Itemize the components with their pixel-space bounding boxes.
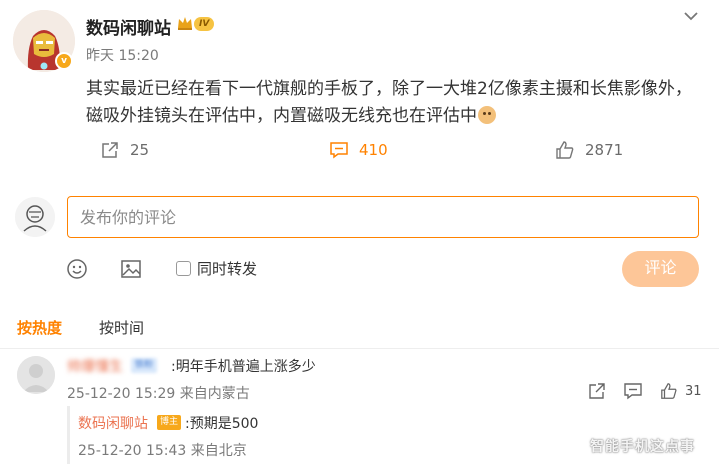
submit-comment-button[interactable]: 评论: [622, 251, 699, 287]
tab-sort-hot[interactable]: 按热度: [17, 317, 62, 338]
image-icon[interactable]: [120, 258, 142, 280]
reply-thread-line: [67, 406, 70, 464]
post-time[interactable]: 昨天 15:20: [86, 45, 159, 65]
also-repost-option[interactable]: 同时转发: [176, 258, 257, 278]
tab-sort-time[interactable]: 按时间: [99, 317, 144, 338]
comment-text: :明年手机普遍上涨多少: [171, 359, 316, 375]
blogger-badge: 博主: [157, 415, 182, 430]
like-button[interactable]: 2871: [555, 138, 623, 162]
like-count: 2871: [585, 141, 624, 159]
comment-like-count: 31: [685, 383, 702, 399]
level-badge[interactable]: IV: [194, 17, 215, 31]
doge-emoji-icon: [478, 106, 496, 124]
author-name[interactable]: 数码闲聊站: [86, 14, 171, 39]
reply-meta: 25-12-20 15:43 来自北京: [78, 443, 247, 459]
comment-icon: [330, 142, 348, 159]
comment-button[interactable]: 410: [329, 138, 388, 162]
verified-badge: v: [55, 52, 73, 70]
comment-reply-icon[interactable]: [623, 381, 643, 401]
thumbs-up-icon: [661, 383, 677, 399]
comment-input[interactable]: [67, 196, 699, 238]
commenter-avatar[interactable]: [17, 356, 55, 394]
comment-meta: 25-12-20 15:29 来自内蒙古: [67, 386, 250, 402]
share-count: 25: [130, 141, 150, 159]
fan-badge: 铁粉: [131, 358, 158, 373]
watermark: 智能手机这点事: [590, 439, 695, 455]
share-icon: [102, 142, 118, 158]
reply-text: :预期是500: [185, 416, 259, 432]
comment-count: 410: [359, 141, 388, 159]
comment-share-icon[interactable]: [587, 381, 607, 401]
post-content: 其实最近已经在看下一代旗舰的手板了，除了一大堆2亿像素主摄和长焦影像外，磁吸外挂…: [86, 76, 706, 130]
crown-icon: [176, 14, 194, 32]
also-repost-checkbox[interactable]: [176, 260, 191, 276]
reply-author-name[interactable]: 数码闲聊站: [78, 413, 148, 433]
divider: [0, 348, 719, 349]
commenter-name[interactable]: 帅爆懂生: [67, 356, 123, 376]
also-repost-label: 同时转发: [197, 259, 258, 278]
comment-like-button[interactable]: 31: [660, 381, 702, 401]
thumbs-up-icon: [556, 141, 574, 159]
emoji-icon[interactable]: [66, 258, 88, 280]
my-avatar[interactable]: [15, 197, 55, 237]
repost-button[interactable]: 25: [100, 138, 149, 162]
post-text: 其实最近已经在看下一代旗舰的手板了，除了一大堆2亿像素主摄和长焦影像外，磁吸外挂…: [86, 79, 692, 126]
chevron-down-icon[interactable]: [682, 8, 700, 22]
